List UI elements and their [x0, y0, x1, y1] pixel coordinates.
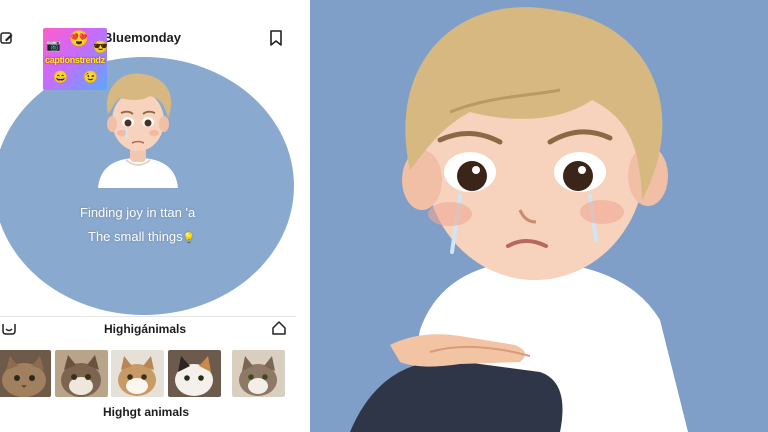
- profile-panel: Bluemonday 📷 😍 😎 captionstrendz 😄 😉 Find…: [0, 0, 310, 432]
- highlight-thumb-2[interactable]: [55, 350, 108, 397]
- footer-title: Highgt animals: [103, 405, 190, 419]
- edit-icon[interactable]: [0, 31, 14, 45]
- lightbulb-icon: 💡: [182, 233, 196, 244]
- bio-line-2-text: The small things: [88, 229, 183, 244]
- bio-line-2: The small things💡: [88, 229, 195, 244]
- logo-text: captionstrendz: [45, 55, 105, 65]
- profile-name: Bluemonday: [103, 30, 182, 45]
- sad-boy-illustration: [310, 0, 768, 432]
- illustration-panel: [310, 0, 768, 432]
- home-icon[interactable]: [270, 319, 288, 337]
- avatar[interactable]: [88, 66, 188, 188]
- bookmark-icon[interactable]: [268, 29, 284, 47]
- highlight-thumb-4[interactable]: [168, 350, 221, 397]
- sunglasses-emoji-icon: 😎: [93, 40, 107, 54]
- heart-eyes-emoji-icon: 😍: [69, 31, 89, 48]
- bio-line-1: Finding joy in ttan 'a: [80, 205, 196, 220]
- highlight-thumb-3[interactable]: [111, 350, 164, 397]
- section-divider: [0, 316, 296, 317]
- highlight-thumb-5[interactable]: [232, 350, 285, 397]
- grin-emoji-icon: 😄: [53, 70, 68, 84]
- camera-emoji-icon: 📷: [46, 38, 61, 52]
- highlight-thumb-1[interactable]: [0, 350, 51, 397]
- highlights-title: Highigánimals: [104, 322, 187, 336]
- smile-icon[interactable]: [0, 319, 18, 337]
